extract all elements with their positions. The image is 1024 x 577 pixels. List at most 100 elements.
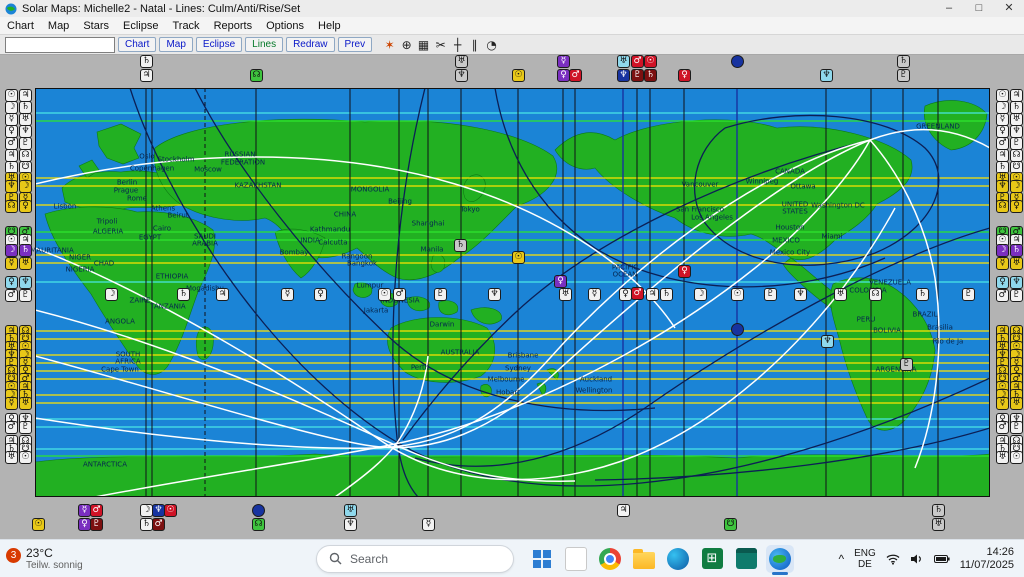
planet-marker[interactable]: ♆: [617, 69, 630, 82]
planet-marker[interactable]: ☽: [694, 288, 707, 301]
planet-marker[interactable]: ☽: [996, 244, 1009, 257]
planet-marker[interactable]: ♄: [932, 504, 945, 517]
planet-marker[interactable]: ♇: [962, 288, 975, 301]
tray-chevron-icon[interactable]: ^: [838, 552, 844, 566]
planet-marker[interactable]: ☉: [512, 251, 525, 264]
planet-marker[interactable]: ♅: [834, 288, 847, 301]
planet-marker[interactable]: ♃: [617, 504, 630, 517]
planet-marker[interactable]: ♆: [19, 276, 32, 289]
planet-marker[interactable]: ♀: [314, 288, 327, 301]
planet-marker[interactable]: ♆: [821, 335, 834, 348]
planet-marker[interactable]: ♄: [140, 55, 153, 68]
planet-marker[interactable]: ♅: [1010, 397, 1023, 410]
planet-marker[interactable]: ♅: [932, 518, 945, 531]
planet-marker[interactable]: ♆: [794, 288, 807, 301]
speaker-icon[interactable]: [910, 553, 924, 565]
planet-marker[interactable]: ♅: [19, 397, 32, 410]
clock[interactable]: 14:26 11/07/2025: [960, 546, 1014, 572]
planet-marker[interactable]: ☉: [731, 288, 744, 301]
planet-marker[interactable]: ♂: [631, 55, 644, 68]
planet-marker[interactable]: ☿: [557, 55, 570, 68]
planet-marker[interactable]: ☉: [644, 55, 657, 68]
planet-marker[interactable]: ♆: [344, 518, 357, 531]
planet-marker[interactable]: ♀: [19, 200, 32, 213]
copilot-icon[interactable]: [562, 545, 590, 573]
planet-marker[interactable]: ♀: [678, 69, 691, 82]
planet-marker[interactable]: [731, 323, 744, 336]
planet-marker[interactable]: ☽: [105, 288, 118, 301]
planet-marker[interactable]: ♄: [177, 288, 190, 301]
planet-marker[interactable]: ♄: [916, 288, 929, 301]
planet-marker[interactable]: ☿: [281, 288, 294, 301]
planet-marker[interactable]: ☿: [588, 288, 601, 301]
planet-marker[interactable]: ☊: [869, 288, 882, 301]
planet-marker[interactable]: ♂: [90, 504, 103, 517]
planet-marker[interactable]: ☉: [1010, 451, 1023, 464]
battery-icon[interactable]: [933, 554, 950, 564]
planet-marker[interactable]: ☿: [422, 518, 435, 531]
planet-marker[interactable]: ♇: [1010, 421, 1023, 434]
planet-marker[interactable]: ♆: [820, 69, 833, 82]
file-explorer-icon[interactable]: [630, 545, 658, 573]
planet-marker[interactable]: ♄: [644, 69, 657, 82]
planet-marker[interactable]: ♅: [1010, 257, 1023, 270]
planet-marker[interactable]: ♇: [90, 518, 103, 531]
planet-marker[interactable]: ♂: [5, 421, 18, 434]
planet-marker[interactable]: ♃: [140, 69, 153, 82]
planet-marker[interactable]: ♇: [897, 69, 910, 82]
planet-marker[interactable]: ♇: [900, 358, 913, 371]
planet-marker[interactable]: ☉: [164, 504, 177, 517]
planet-marker[interactable]: ♀: [554, 275, 567, 288]
chrome-icon[interactable]: [596, 545, 624, 573]
wifi-icon[interactable]: [886, 553, 900, 565]
planet-marker[interactable]: [731, 55, 744, 68]
planet-marker[interactable]: ♂: [152, 518, 165, 531]
planet-marker[interactable]: ♇: [631, 69, 644, 82]
planet-marker[interactable]: ♄: [1010, 244, 1023, 257]
planet-marker[interactable]: ♇: [19, 289, 32, 302]
planet-marker[interactable]: ♅: [5, 451, 18, 464]
planet-marker[interactable]: ♂: [393, 288, 406, 301]
planet-marker[interactable]: ♅: [19, 257, 32, 270]
planet-marker[interactable]: ♅: [559, 288, 572, 301]
planet-marker[interactable]: ♀: [1010, 200, 1023, 213]
planet-marker[interactable]: ♃: [646, 288, 659, 301]
language-switcher[interactable]: ENG DE: [854, 548, 876, 570]
planet-marker[interactable]: ♆: [1010, 276, 1023, 289]
planet-marker[interactable]: ☿: [996, 397, 1009, 410]
planet-marker[interactable]: ♆: [455, 69, 468, 82]
planet-marker[interactable]: ♄: [19, 244, 32, 257]
planet-marker[interactable]: ☉: [512, 69, 525, 82]
planet-marker[interactable]: ☉: [32, 518, 45, 531]
planet-marker[interactable]: ☊: [250, 69, 263, 82]
planet-marker[interactable]: ♆: [488, 288, 501, 301]
planet-marker[interactable]: ♇: [764, 288, 777, 301]
planet-marker[interactable]: ♅: [455, 55, 468, 68]
planet-marker[interactable]: ♂: [569, 69, 582, 82]
planet-marker[interactable]: ♀: [678, 265, 691, 278]
start-button[interactable]: [528, 545, 556, 573]
planet-marker[interactable]: [252, 504, 265, 517]
planet-marker[interactable]: ☿: [5, 397, 18, 410]
edge-icon[interactable]: [664, 545, 692, 573]
planet-marker[interactable]: ♇: [1010, 289, 1023, 302]
planet-marker[interactable]: ♂: [5, 289, 18, 302]
planet-marker[interactable]: ♇: [19, 421, 32, 434]
planet-marker[interactable]: ☋: [724, 518, 737, 531]
weather-widget[interactable]: 3 23°C Teilw. sonnig: [6, 546, 156, 572]
planet-marker[interactable]: ☊: [996, 200, 1009, 213]
planet-marker[interactable]: ♄: [660, 288, 673, 301]
planet-marker[interactable]: ♄: [897, 55, 910, 68]
calendar-app-icon[interactable]: [732, 545, 760, 573]
planet-marker[interactable]: ♇: [434, 288, 447, 301]
planet-marker[interactable]: ☉: [378, 288, 391, 301]
excel-icon[interactable]: ⊞: [698, 545, 726, 573]
planet-marker[interactable]: ♀: [996, 276, 1009, 289]
planet-marker[interactable]: ☿: [996, 257, 1009, 270]
planet-marker[interactable]: ♃: [216, 288, 229, 301]
solar-maps-taskbar-icon[interactable]: [766, 544, 794, 575]
planet-marker[interactable]: ☊: [252, 518, 265, 531]
planet-marker[interactable]: ♂: [631, 287, 644, 300]
planet-marker[interactable]: ♅: [344, 504, 357, 517]
planet-marker[interactable]: ☽: [5, 244, 18, 257]
